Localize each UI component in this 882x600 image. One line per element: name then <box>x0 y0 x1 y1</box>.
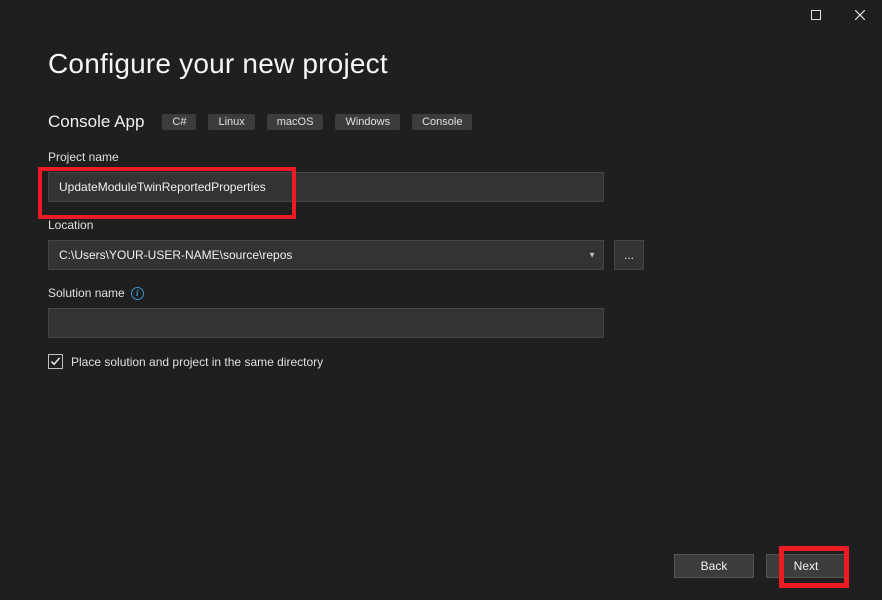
footer-buttons: Back Next <box>674 554 846 578</box>
maximize-button[interactable] <box>794 0 838 30</box>
back-button[interactable]: Back <box>674 554 754 578</box>
solution-name-label-text: Solution name <box>48 286 125 300</box>
same-directory-checkbox[interactable] <box>48 354 63 369</box>
location-block: Location ▼ ... <box>48 218 834 270</box>
close-button[interactable] <box>838 0 882 30</box>
solution-name-input[interactable] <box>48 308 604 338</box>
title-bar <box>0 0 882 30</box>
next-button[interactable]: Next <box>766 554 846 578</box>
solution-name-label: Solution name i <box>48 286 834 300</box>
page-title: Configure your new project <box>48 48 834 80</box>
same-directory-row: Place solution and project in the same d… <box>48 354 834 369</box>
project-name-block: Project name <box>48 150 834 202</box>
tag: C# <box>162 114 196 130</box>
info-icon[interactable]: i <box>131 287 144 300</box>
template-row: Console App C# Linux macOS Windows Conso… <box>48 112 834 132</box>
location-label: Location <box>48 218 834 232</box>
location-input[interactable] <box>48 240 604 270</box>
tag: macOS <box>267 114 324 130</box>
project-name-label: Project name <box>48 150 834 164</box>
tag: Linux <box>208 114 254 130</box>
browse-button[interactable]: ... <box>614 240 644 270</box>
same-directory-label: Place solution and project in the same d… <box>71 355 323 369</box>
project-name-input[interactable] <box>48 172 604 202</box>
dialog-window: Configure your new project Console App C… <box>0 0 882 600</box>
template-name: Console App <box>48 112 144 132</box>
tag: Windows <box>335 114 400 130</box>
tag: Console <box>412 114 472 130</box>
solution-name-block: Solution name i <box>48 286 834 338</box>
content-area: Configure your new project Console App C… <box>0 30 882 369</box>
location-combo[interactable]: ▼ <box>48 240 604 270</box>
